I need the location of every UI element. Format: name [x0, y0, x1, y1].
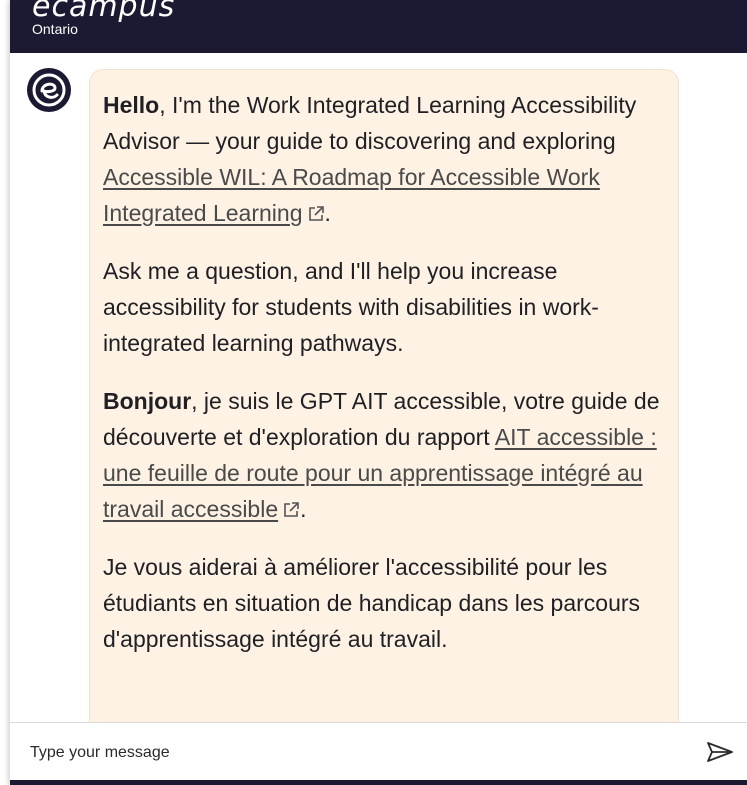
window-bottom-border [10, 780, 747, 785]
message-composer [10, 722, 747, 785]
roadmap-link-en[interactable]: Accessible WIL: A Roadmap for Accessible… [103, 164, 600, 226]
message-input[interactable] [28, 723, 672, 783]
external-link-icon [284, 502, 299, 517]
logo-subtitle: Ontario [32, 21, 78, 37]
chat-scroll-area[interactable]: Hello, I'm the Work Integrated Learning … [10, 53, 747, 722]
message-paragraph-fr-help: Je vous aiderai à améliorer l'accessibil… [103, 554, 641, 652]
ecampus-ontario-logo: ecampus Ontario [32, 0, 175, 37]
assistant-message-bubble: Hello, I'm the Work Integrated Learning … [89, 69, 679, 722]
intro-end: . [324, 200, 331, 226]
external-link-icon [308, 206, 324, 221]
greeting-bold-fr: Bonjour [103, 388, 192, 414]
intro-text: , I'm the Work Integrated Learning Acces… [103, 92, 637, 154]
message-paragraph-en-intro: Hello, I'm the Work Integrated Learning … [103, 87, 662, 231]
send-icon [707, 742, 733, 762]
ecampus-e-logo-icon [27, 68, 71, 112]
chat-window: ecampus Ontario Hello, I'm the Work Inte… [10, 0, 747, 785]
send-button[interactable] [706, 740, 734, 764]
greeting-bold: Hello [103, 92, 160, 118]
logo-wordmark: ecampus [32, 0, 176, 24]
intro-end-fr: . [300, 496, 307, 522]
app-header: ecampus Ontario [10, 0, 747, 53]
message-paragraph-en-ask: Ask me a question, and I'll help you inc… [103, 258, 599, 356]
message-paragraph-fr-intro: Bonjour, je suis le GPT AIT accessible, … [103, 383, 662, 527]
